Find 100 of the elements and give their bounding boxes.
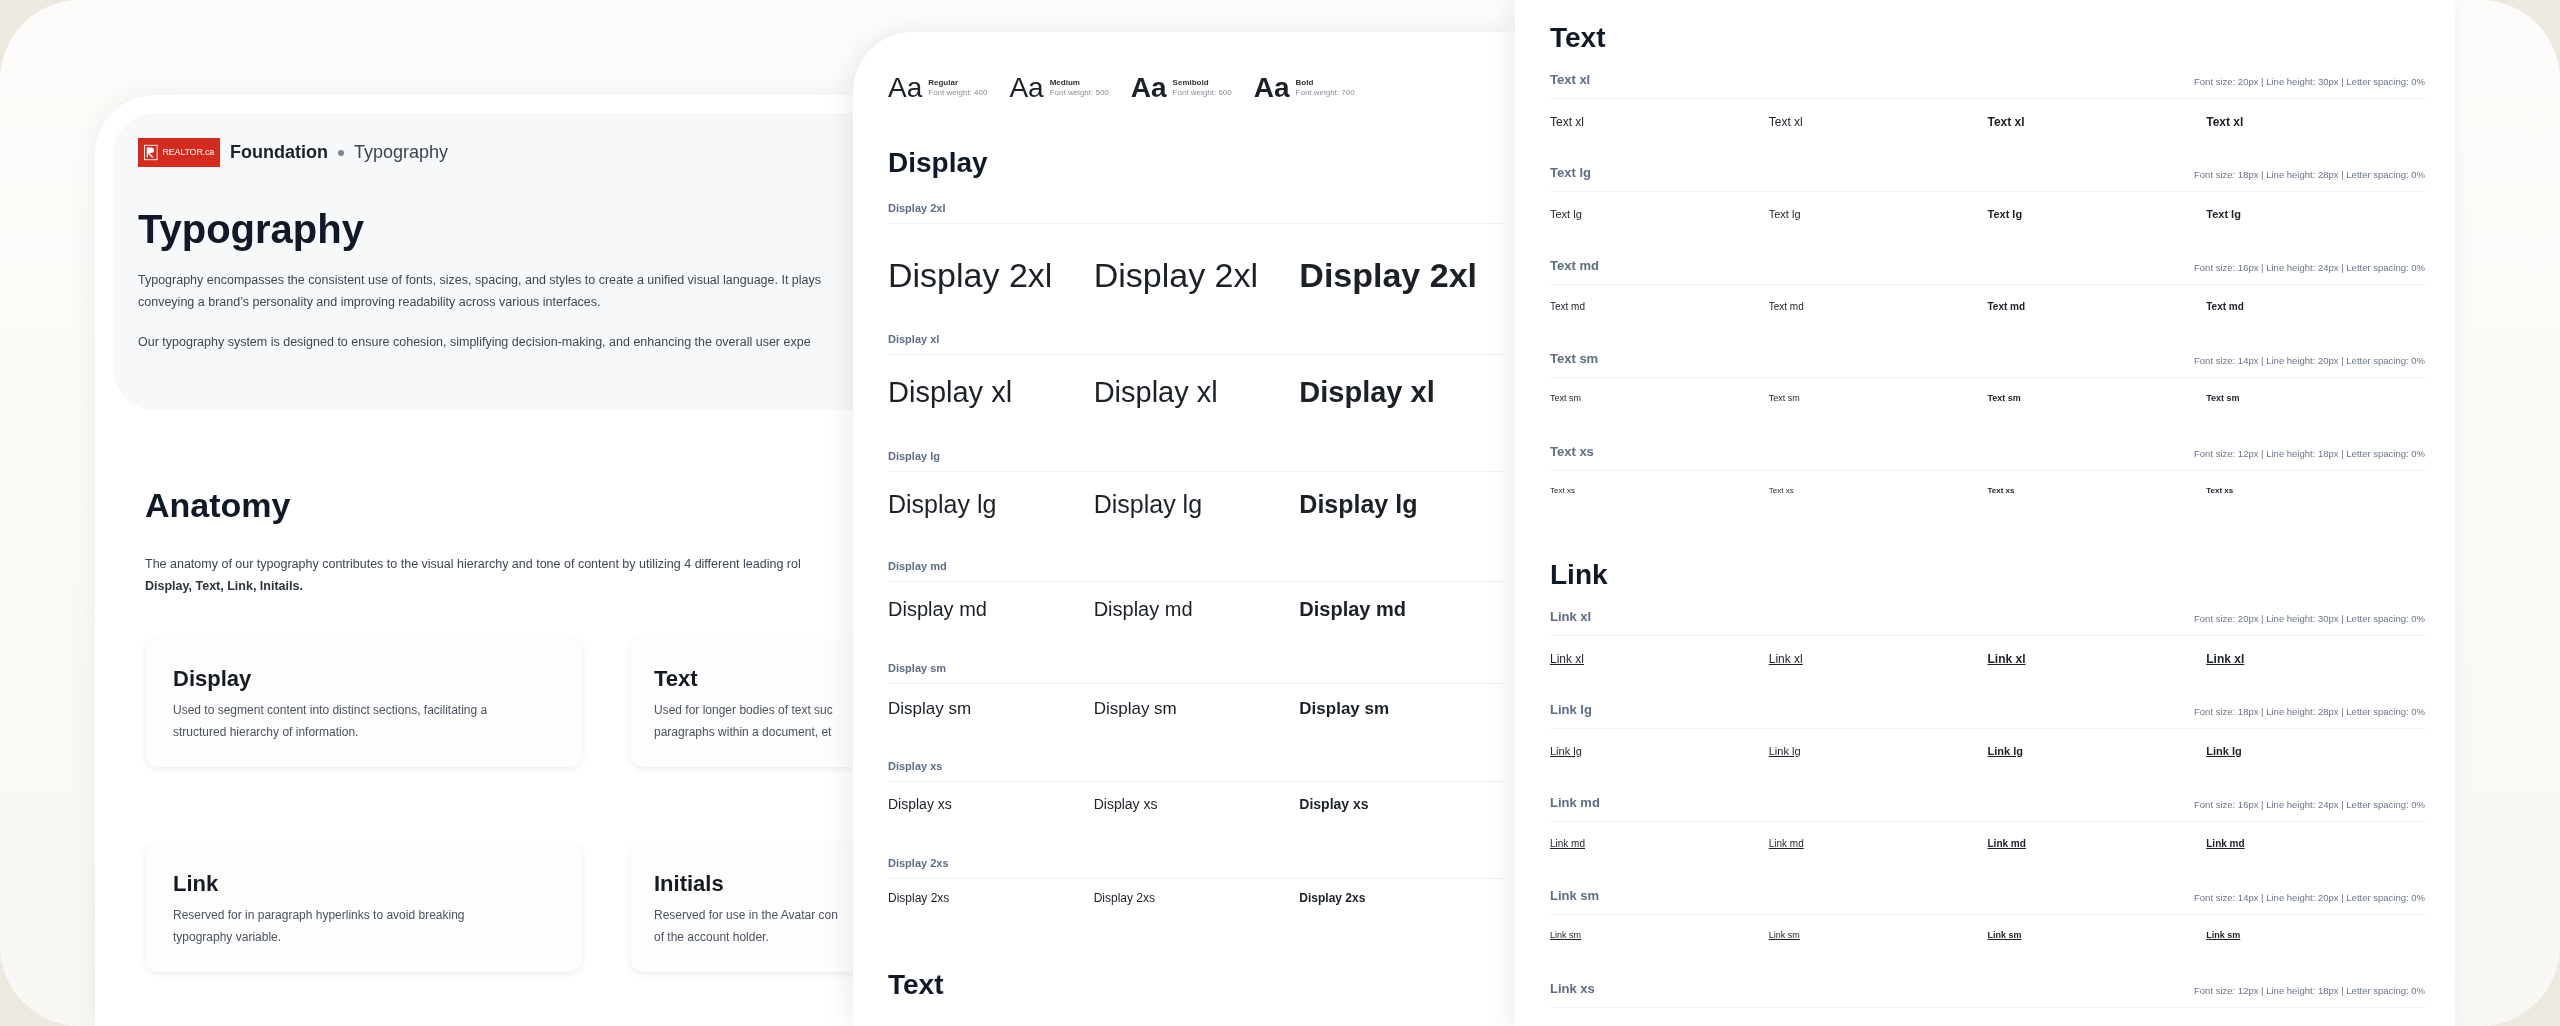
text-sample: Text lg bbox=[2206, 206, 2242, 222]
text-sample: Text xl bbox=[1768, 113, 1804, 131]
link-sample[interactable]: Link md bbox=[1768, 835, 1988, 851]
weight-name: Medium bbox=[1049, 78, 1081, 88]
card-title: Display bbox=[173, 665, 253, 693]
style-spec: Font size: 20px | Line height: 30px | Letter spacing: 0% bbox=[2194, 75, 2425, 90]
style-spec: Font size: 12px | Line height: 18px | Letter spacing: 0% bbox=[2194, 984, 2425, 999]
style-label: Link xl bbox=[1550, 608, 1592, 626]
display-sample: Display 2xl bbox=[1299, 254, 1478, 296]
style-label: Text lg bbox=[1550, 164, 1591, 182]
page-title: Typography bbox=[138, 206, 365, 253]
style-label: Link md bbox=[1550, 794, 1600, 812]
display-sample: Display 2xl bbox=[888, 254, 1054, 296]
text-sample: Text xl bbox=[1987, 113, 2026, 131]
weight-sample: Aa bbox=[1009, 72, 1044, 104]
link-sample[interactable]: Link xl bbox=[1768, 649, 1988, 668]
text-sample: Text xl bbox=[1550, 113, 1585, 131]
display-sample: Display xl bbox=[1093, 374, 1219, 410]
text-sample: Text sm bbox=[1768, 391, 1801, 405]
text-sample: Text xl bbox=[2206, 113, 2245, 131]
weight-sample: Aa bbox=[1253, 72, 1290, 104]
text-sample: Text sm bbox=[2206, 391, 2241, 405]
display-sample: Display sm bbox=[888, 697, 973, 720]
link-sample[interactable]: Link md bbox=[1550, 835, 1769, 851]
style-label: Text md bbox=[1550, 257, 1599, 275]
intro-text: Our typography system is designed to ensure cohesion, simplifying decision-making, and enhancing the overall user expe bbox=[138, 334, 812, 351]
intro-text: conveying a brand’s personality and improving readability across various interfaces. bbox=[138, 294, 602, 311]
style-label: Text xs bbox=[1550, 443, 1594, 461]
style-label: Display md bbox=[888, 558, 1505, 582]
card-text: paragraphs within a document, et bbox=[654, 724, 833, 741]
card-text: typography variable. bbox=[173, 929, 283, 946]
weight-detail: Font weight: 400 bbox=[928, 88, 988, 98]
style-spec: Font size: 12px | Line height: 18px | Letter spacing: 0% bbox=[2194, 447, 2425, 462]
text-sample: Text xs bbox=[1987, 484, 2016, 497]
display-sample: Display 2xl bbox=[1093, 254, 1260, 296]
text-sample: Text lg bbox=[1768, 206, 1802, 222]
section-heading: Text bbox=[888, 968, 945, 1002]
card-text: Used for longer bodies of text suc bbox=[654, 702, 834, 719]
style-label: Display xs bbox=[888, 758, 1505, 782]
link-sample[interactable]: Link md bbox=[2206, 835, 2425, 851]
intro-text: Typography encompasses the consistent use of fonts, sizes, spacing, and styles to create a unified visual language. It plays bbox=[138, 272, 823, 289]
display-sample: Display 2xs bbox=[1299, 889, 1367, 907]
section-heading: Display bbox=[888, 146, 989, 180]
anatomy-text: Display, Text, Link, Initails. bbox=[145, 578, 304, 595]
link-sample[interactable]: Link sm bbox=[1550, 928, 1769, 942]
link-sample[interactable]: Link xl bbox=[1987, 649, 2207, 668]
weight-detail: Font weight: 700 bbox=[1295, 88, 1355, 98]
card-text: of the account holder. bbox=[654, 929, 770, 946]
link-sample[interactable]: Link lg bbox=[1550, 742, 1769, 759]
link-sample[interactable]: Link xl bbox=[2206, 649, 2425, 668]
card-text: structured hierarchy of information. bbox=[173, 724, 360, 741]
link-sample[interactable]: Link xl bbox=[1550, 649, 1769, 668]
display-sample: Display xs bbox=[1093, 794, 1159, 814]
link-sample[interactable]: Link lg bbox=[1987, 742, 2207, 759]
card-text: Used to segment content into distinct sections, facilitating a bbox=[173, 702, 489, 719]
style-label: Text xl bbox=[1550, 71, 1591, 89]
breadcrumb-item[interactable]: Foundation bbox=[230, 139, 328, 166]
weight-name: Bold bbox=[1295, 78, 1315, 88]
display-sample: Display md bbox=[1093, 596, 1194, 622]
card-text: Reserved for in paragraph hyperlinks to avoid breaking bbox=[173, 907, 466, 924]
link-sample[interactable]: Link lg bbox=[1768, 742, 1988, 759]
style-spec: Font size: 18px | Line height: 28px | Letter spacing: 0% bbox=[2194, 168, 2425, 183]
card-title: Initials bbox=[654, 870, 725, 898]
breadcrumb-item: Typography bbox=[354, 141, 449, 164]
text-sample: Text md bbox=[1550, 299, 1586, 314]
section-heading: Text bbox=[1550, 21, 1607, 55]
display-sample: Display md bbox=[888, 596, 988, 622]
display-sample: Display sm bbox=[1093, 697, 1178, 720]
text-sample: Text sm bbox=[1987, 391, 2022, 405]
link-sample[interactable]: Link sm bbox=[1987, 928, 2207, 942]
text-sample: Text lg bbox=[1987, 206, 2024, 222]
style-label: Display 2xl bbox=[888, 200, 1505, 224]
style-spec: Font size: 16px | Line height: 24px | Letter spacing: 0% bbox=[2194, 261, 2425, 276]
display-sample: Display lg bbox=[1093, 488, 1204, 520]
style-label: Display xl bbox=[888, 331, 1505, 355]
text-sample: Text xs bbox=[2206, 484, 2235, 497]
style-spec: Font size: 18px | Line height: 28px | Letter spacing: 0% bbox=[2194, 705, 2425, 720]
style-label: Display 2xs bbox=[888, 855, 1505, 879]
weight-name: Semibold bbox=[1172, 78, 1210, 88]
text-sample: Text md bbox=[1768, 299, 1805, 314]
letter-mark-icon bbox=[144, 144, 158, 161]
link-sample[interactable]: Link sm bbox=[2206, 928, 2425, 942]
card-title: Text bbox=[654, 665, 699, 693]
link-sample[interactable]: Link lg bbox=[2206, 742, 2425, 759]
weight-name: Regular bbox=[928, 78, 960, 88]
style-label: Link lg bbox=[1550, 701, 1592, 719]
text-sample: Text xs bbox=[1550, 484, 1576, 497]
weight-detail: Font weight: 500 bbox=[1049, 88, 1109, 98]
anatomy-text: The anatomy of our typography contributes to the visual hierarchy and tone of content by utilizing 4 different leading rol bbox=[145, 556, 802, 573]
style-spec: Font size: 14px | Line height: 20px | Letter spacing: 0% bbox=[2194, 891, 2425, 906]
display-sample: Display xl bbox=[1299, 374, 1436, 410]
text-sample: Text xs bbox=[1768, 484, 1795, 497]
link-sample[interactable]: Link md bbox=[1987, 835, 2207, 851]
style-label: Link sm bbox=[1550, 887, 1600, 905]
style-label: Text sm bbox=[1550, 350, 1599, 368]
text-sample: Text md bbox=[2206, 299, 2245, 314]
display-sample: Display 2xs bbox=[1093, 889, 1156, 907]
style-spec: Font size: 16px | Line height: 24px | Letter spacing: 0% bbox=[2194, 798, 2425, 813]
link-sample[interactable]: Link sm bbox=[1768, 928, 1988, 942]
section-heading: Anatomy bbox=[145, 485, 292, 525]
